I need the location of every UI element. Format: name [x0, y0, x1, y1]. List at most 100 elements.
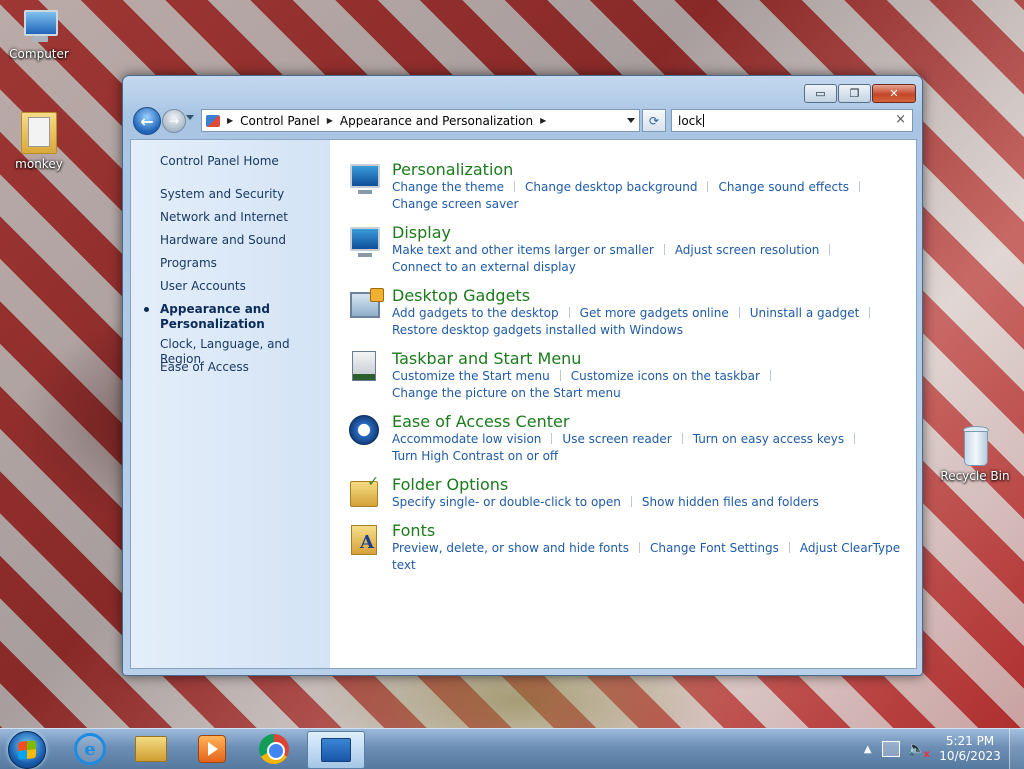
media-player-icon — [198, 735, 226, 763]
desktop-gadgets-icon — [348, 288, 384, 320]
close-button[interactable]: ✕ — [872, 84, 916, 103]
start-button[interactable] — [8, 731, 46, 769]
text-caret — [703, 114, 705, 127]
link-external-display[interactable]: Connect to an external display — [392, 260, 576, 274]
category-title[interactable]: Taskbar and Start Menu — [392, 349, 581, 368]
link-customize-start-menu[interactable]: Customize the Start menu — [392, 369, 550, 383]
taskbar-app-windows-explorer[interactable] — [123, 731, 179, 767]
taskbar-icon — [348, 351, 380, 383]
category-list: Personalization Change the theme Change d… — [330, 140, 916, 668]
link-screen-resolution[interactable]: Adjust screen resolution — [675, 243, 820, 257]
selected-bullet-icon — [144, 307, 149, 312]
breadcrumb-appearance[interactable]: Appearance and Personalization ▶ — [340, 114, 553, 128]
link-change-desktop-background[interactable]: Change desktop background — [525, 180, 697, 194]
taskbar-app-control-panel[interactable] — [307, 731, 365, 769]
desktop-icon-recycle-bin[interactable]: Recycle Bin — [937, 424, 1013, 483]
category-links: Specify single- or double-click to open S… — [392, 494, 912, 511]
recent-pages-dropdown[interactable] — [186, 115, 194, 120]
category-links: Preview, delete, or show and hide fonts C… — [392, 540, 912, 574]
link-single-double-click[interactable]: Specify single- or double-click to open — [392, 495, 621, 509]
search-query[interactable]: lock — [672, 114, 702, 128]
windows-explorer-icon — [135, 736, 167, 762]
show-hidden-icons-icon[interactable]: ▲ — [864, 744, 872, 755]
breadcrumb-separator-icon[interactable]: ▶ — [327, 116, 333, 125]
link-font-settings[interactable]: Change Font Settings — [650, 541, 779, 555]
link-start-menu-picture[interactable]: Change the picture on the Start menu — [392, 386, 621, 400]
link-uninstall-gadget[interactable]: Uninstall a gadget — [750, 306, 860, 320]
desktop-icon-monkey-folder[interactable]: monkey — [1, 112, 77, 171]
breadcrumb-control-panel[interactable]: Control Panel ▶ — [240, 114, 340, 128]
recycle-bin-icon — [959, 424, 991, 466]
control-panel-icon — [321, 738, 351, 762]
link-change-theme[interactable]: Change the theme — [392, 180, 504, 194]
category-title[interactable]: Display — [392, 223, 451, 242]
category-links: Accommodate low vision Use screen reader T… — [392, 431, 912, 465]
category-title[interactable]: Personalization — [392, 160, 513, 179]
taskbar-app-chrome[interactable] — [246, 731, 302, 767]
sidebar-item-network[interactable]: Network and Internet — [160, 210, 328, 225]
link-low-vision[interactable]: Accommodate low vision — [392, 432, 541, 446]
sidebar-item-user-accounts[interactable]: User Accounts — [160, 279, 328, 294]
breadcrumb-separator-icon[interactable]: ▶ — [540, 116, 546, 125]
category-links: Make text and other items larger or smal… — [392, 242, 912, 276]
forward-button[interactable]: → — [162, 109, 186, 133]
navigation-bar: ← → ▶ Control Panel ▶ Appearance and Per… — [131, 106, 914, 162]
window-controls: ▭ ❐ ✕ — [804, 84, 916, 103]
link-text-size[interactable]: Make text and other items larger or smal… — [392, 243, 654, 257]
address-dropdown-icon[interactable] — [627, 118, 635, 123]
computer-icon — [20, 10, 58, 44]
category-title[interactable]: Desktop Gadgets — [392, 286, 530, 305]
clear-search-icon[interactable]: × — [895, 112, 906, 127]
sidebar-item-system-security[interactable]: System and Security — [160, 187, 328, 202]
link-access-keys[interactable]: Turn on easy access keys — [693, 432, 844, 446]
category-links: Customize the Start menu Customize icons … — [392, 368, 912, 402]
sidebar: Control Panel Home System and Security N… — [131, 140, 330, 668]
folder-icon — [21, 112, 57, 154]
sidebar-home-link[interactable]: Control Panel Home — [160, 154, 328, 169]
breadcrumb-separator-icon[interactable]: ▶ — [227, 116, 233, 125]
fonts-icon — [348, 523, 380, 555]
link-add-gadgets[interactable]: Add gadgets to the desktop — [392, 306, 559, 320]
link-hidden-files[interactable]: Show hidden files and folders — [642, 495, 819, 509]
back-button[interactable]: ← — [133, 107, 161, 135]
link-customize-taskbar-icons[interactable]: Customize icons on the taskbar — [571, 369, 760, 383]
link-screen-reader[interactable]: Use screen reader — [562, 432, 671, 446]
link-more-gadgets[interactable]: Get more gadgets online — [580, 306, 729, 320]
personalization-icon — [348, 162, 380, 194]
link-preview-fonts[interactable]: Preview, delete, or show and hide fonts — [392, 541, 629, 555]
ease-of-access-icon — [348, 414, 380, 446]
category-title[interactable]: Folder Options — [392, 475, 508, 494]
maximize-button[interactable]: ❐ — [838, 84, 871, 103]
show-desktop-button[interactable] — [1009, 729, 1024, 769]
chrome-icon — [259, 734, 289, 764]
refresh-button[interactable]: ⟳ — [642, 109, 666, 132]
taskbar: e ▲ 🔈 x 5:21 PM 10/6/2023 — [0, 728, 1024, 769]
link-high-contrast[interactable]: Turn High Contrast on or off — [392, 449, 558, 463]
search-input[interactable]: lock × — [671, 109, 913, 132]
sidebar-item-appearance-selected[interactable]: Appearance and Personalization — [144, 302, 270, 332]
clock-date: 10/6/2023 — [939, 749, 1001, 763]
volume-muted-icon[interactable]: 🔈 x — [908, 741, 930, 760]
taskbar-app-media-player[interactable] — [184, 731, 240, 767]
folder-options-icon — [348, 474, 380, 509]
control-panel-window: ▭ ❐ ✕ ← → ▶ Control Panel ▶ Appearance a… — [122, 75, 923, 676]
category-links: Change the theme Change desktop backgroun… — [392, 179, 912, 213]
sidebar-item-ease-of-access[interactable]: Ease of Access — [160, 360, 328, 375]
control-panel-icon — [206, 114, 220, 127]
desktop-icon-label: monkey — [15, 157, 63, 171]
desktop-icon-computer[interactable]: Computer — [1, 10, 77, 61]
link-restore-gadgets[interactable]: Restore desktop gadgets installed with W… — [392, 323, 683, 337]
clock-time: 5:21 PM — [945, 734, 995, 748]
category-title[interactable]: Ease of Access Center — [392, 412, 569, 431]
sidebar-item-hardware-sound[interactable]: Hardware and Sound — [160, 233, 328, 248]
sidebar-item-programs[interactable]: Programs — [160, 256, 328, 271]
network-icon[interactable] — [881, 741, 900, 757]
category-title[interactable]: Fonts — [392, 521, 435, 540]
link-change-screen-saver[interactable]: Change screen saver — [392, 197, 519, 211]
link-change-sound-effects[interactable]: Change sound effects — [718, 180, 849, 194]
display-icon — [348, 225, 380, 257]
address-bar[interactable]: ▶ Control Panel ▶ Appearance and Persona… — [201, 109, 640, 132]
minimize-button[interactable]: ▭ — [804, 84, 837, 103]
clock[interactable]: 5:21 PM 10/6/2023 — [939, 734, 1001, 764]
taskbar-app-internet-explorer[interactable]: e — [62, 731, 118, 767]
